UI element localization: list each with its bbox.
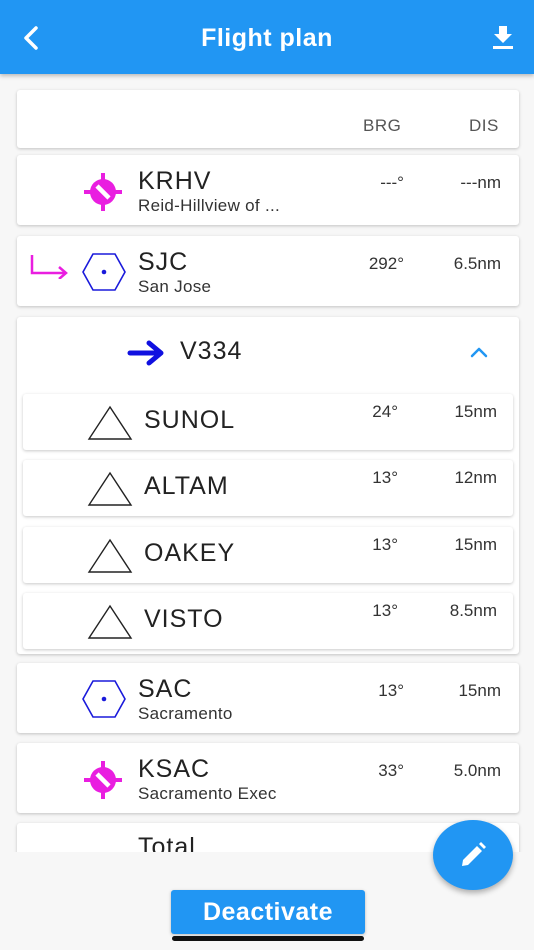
airway-fix-row[interactable]: VISTO 13° 8.5nm xyxy=(23,593,513,649)
chevron-up-icon[interactable] xyxy=(469,345,489,359)
airway-fix-row[interactable]: OAKEY 13° 15nm xyxy=(23,527,513,583)
home-indicator xyxy=(172,936,364,941)
fix-ident: VISTO xyxy=(144,605,224,633)
airway-fix-row[interactable]: SUNOL 24° 15nm xyxy=(23,394,513,450)
download-icon xyxy=(493,26,513,49)
arrow-right-icon xyxy=(127,340,164,366)
airway-name: V334 xyxy=(180,337,243,365)
waypoint-bearing: 292° xyxy=(368,254,404,273)
fix-ident: SUNOL xyxy=(144,406,236,434)
waypoint-row[interactable]: KSAC Sacramento Exec 33° 5.0nm xyxy=(17,743,519,813)
waypoint-bearing: ---° xyxy=(380,173,404,192)
airway-header[interactable]: V334 xyxy=(17,317,519,389)
waypoint-name: Reid-Hillview of ... xyxy=(138,196,281,215)
waypoint-distance: 6.5nm xyxy=(453,254,501,273)
waypoint-row[interactable]: KRHV Reid-Hillview of ... ---° ---nm xyxy=(17,155,519,225)
fix-bearing: 13° xyxy=(372,535,398,554)
fix-triangle-icon xyxy=(87,471,133,506)
waypoint-distance: 5.0nm xyxy=(453,761,501,780)
waypoint-ident: KRHV xyxy=(138,167,212,195)
airport-icon xyxy=(84,761,122,799)
waypoint-bearing: 33° xyxy=(378,761,404,780)
flight-plan-list[interactable]: BRG DIS KRHV Reid-Hillview of ... ---° -… xyxy=(0,74,534,852)
waypoint-distance: 15nm xyxy=(458,681,501,700)
brg-column-header: BRG xyxy=(363,116,402,135)
download-button[interactable] xyxy=(488,22,518,52)
edit-button[interactable] xyxy=(433,820,513,890)
airport-icon xyxy=(84,173,122,211)
waypoint-ident: SAC xyxy=(138,675,193,703)
fix-bearing: 13° xyxy=(372,468,398,487)
waypoint-name: San Jose xyxy=(138,277,212,296)
app-bar: Flight plan xyxy=(0,0,534,74)
vor-icon xyxy=(82,253,126,291)
fix-bearing: 24° xyxy=(372,402,398,421)
waypoint-ident: KSAC xyxy=(138,755,211,783)
deactivate-button[interactable]: Deactivate xyxy=(171,890,365,934)
total-label: Total xyxy=(138,833,196,852)
page-title: Flight plan xyxy=(201,24,333,52)
fix-triangle-icon xyxy=(87,405,133,440)
fix-triangle-icon xyxy=(87,604,133,639)
waypoint-distance: ---nm xyxy=(460,173,501,192)
waypoint-name: Sacramento xyxy=(138,704,233,723)
fix-distance: 15nm xyxy=(454,535,497,554)
fix-distance: 15nm xyxy=(454,402,497,421)
fix-ident: ALTAM xyxy=(144,472,229,500)
vor-icon xyxy=(82,680,126,718)
fix-ident: OAKEY xyxy=(144,539,236,567)
waypoint-bearing: 13° xyxy=(378,681,404,700)
fix-triangle-icon xyxy=(87,538,133,573)
fix-distance: 8.5nm xyxy=(449,601,497,620)
fix-distance: 12nm xyxy=(454,468,497,487)
edit-pencil-icon xyxy=(462,842,486,866)
fix-bearing: 13° xyxy=(372,601,398,620)
waypoint-row[interactable]: SAC Sacramento 13° 15nm xyxy=(17,663,519,733)
waypoint-row[interactable]: SJC San Jose 292° 6.5nm xyxy=(17,236,519,306)
departure-arrow-icon xyxy=(30,255,68,279)
airway-group: V334 SUNOL 24° 15nm ALTAM 13° 12nm OAKEY… xyxy=(17,317,519,654)
airway-fix-row[interactable]: ALTAM 13° 12nm xyxy=(23,460,513,516)
waypoint-name: Sacramento Exec xyxy=(138,784,277,803)
column-header: BRG DIS xyxy=(17,90,519,148)
dis-column-header: DIS xyxy=(469,116,499,135)
waypoint-ident: SJC xyxy=(138,248,189,276)
